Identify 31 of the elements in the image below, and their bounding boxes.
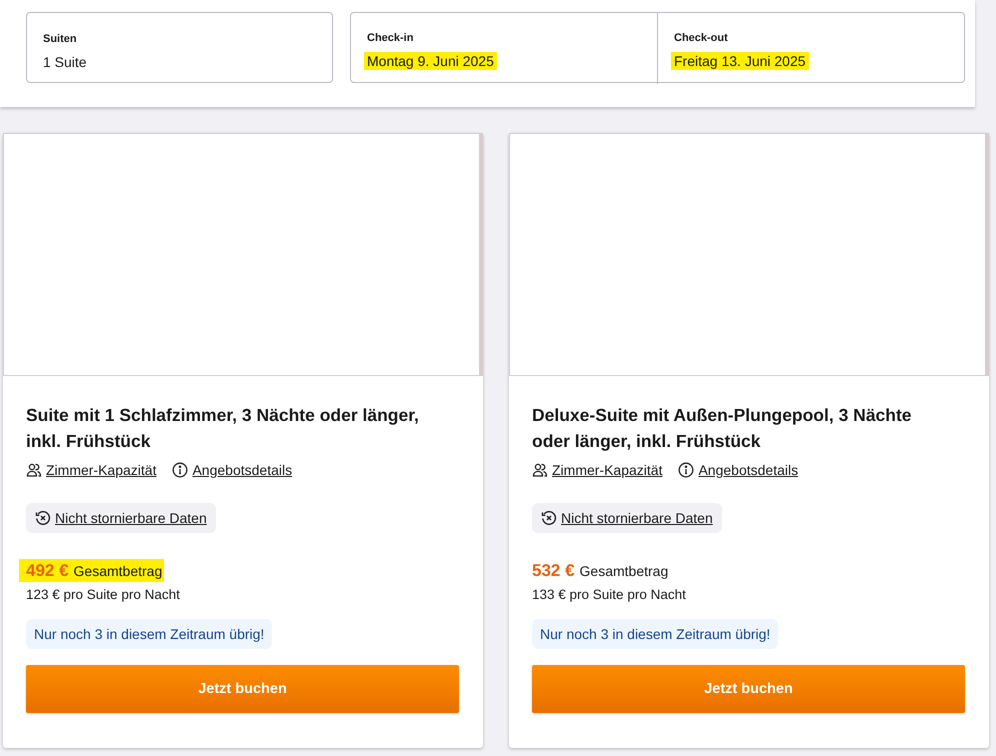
- availability-badge: Nur noch 3 in diesem Zeitraum übrig!: [26, 619, 272, 649]
- people-icon: [532, 462, 548, 478]
- clock-cancel-icon: [35, 510, 51, 526]
- rooms-field[interactable]: Suiten 1 Suite: [26, 12, 333, 83]
- cancellation-policy-link[interactable]: Nicht stornierbare Daten: [26, 503, 216, 533]
- total-price: 532 €: [532, 561, 575, 581]
- nightly-price: 123 € pro Suite pro Nacht: [26, 587, 180, 602]
- offer-details-link[interactable]: Angebotsdetails: [678, 462, 798, 478]
- clock-cancel-icon: [541, 510, 557, 526]
- total-price: 492 €: [26, 561, 69, 581]
- price-label: Gesamtbetrag: [74, 563, 162, 579]
- offer-details-link[interactable]: Angebotsdetails: [172, 462, 292, 478]
- field-label: Suiten: [43, 33, 78, 45]
- info-icon: [678, 462, 694, 478]
- people-icon: [26, 462, 42, 478]
- nightly-price: 133 € pro Suite pro Nacht: [532, 587, 686, 602]
- field-value: Montag 9. Juni 2025: [364, 52, 497, 70]
- field-label: Check-in: [367, 32, 414, 44]
- cancellation-policy-link[interactable]: Nicht stornierbare Daten: [532, 503, 722, 533]
- field-value: 1 Suite: [42, 53, 88, 71]
- capacity-link[interactable]: Zimmer-Kapazität: [26, 462, 156, 478]
- capacity-link[interactable]: Zimmer-Kapazität: [532, 462, 662, 478]
- offer-title: Deluxe-Suite mit Außen-Plungepool, 3 Nächte oder länger, inkl. Frühstück: [532, 404, 913, 453]
- check-out-field[interactable]: Check-out Freitag 13. Juni 2025: [657, 13, 964, 84]
- price-label: Gesamtbetrag: [580, 563, 668, 579]
- availability-badge: Nur noch 3 in diesem Zeitraum übrig!: [532, 619, 778, 649]
- info-icon: [172, 462, 188, 478]
- check-in-field[interactable]: Check-in Montag 9. Juni 2025: [351, 13, 657, 84]
- field-value: Freitag 13. Juni 2025: [671, 52, 809, 70]
- field-label: Check-out: [674, 32, 729, 44]
- offer-title: Suite mit 1 Schlafzimmer, 3 Nächte oder länger, inkl. Frühstück: [26, 404, 420, 453]
